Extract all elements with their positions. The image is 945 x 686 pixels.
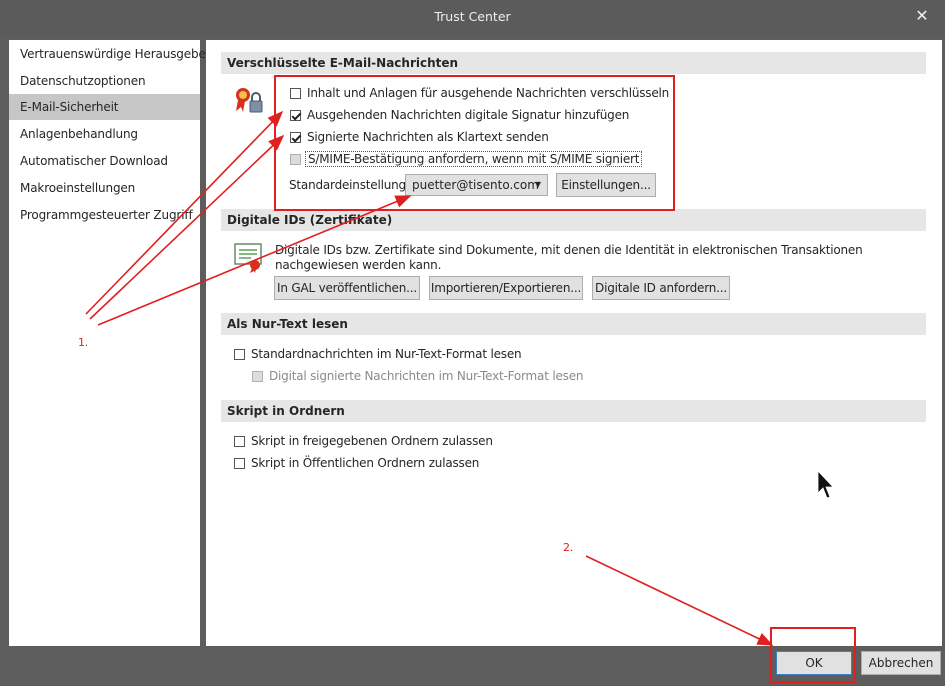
sidebar-item-trusted-publishers[interactable]: Vertrauenswürdige Herausgeber <box>9 41 211 67</box>
default-setting-label: Standardeinstellung: <box>289 178 410 192</box>
checkbox-smime-receipt[interactable] <box>290 154 301 165</box>
import-export-button[interactable]: Importieren/Exportieren... <box>429 276 583 300</box>
section-header-script-in-folders: Skript in Ordnern <box>221 400 926 422</box>
label-script-public-folders: Skript in Öffentlichen Ordnern zulassen <box>251 456 480 470</box>
chevron-down-icon: ▼ <box>534 180 541 189</box>
default-setting-dropdown[interactable]: puetter@tisento.com ▼ <box>405 174 548 196</box>
section-header-digital-ids: Digitale IDs (Zertifikate) <box>221 209 926 231</box>
checkbox-read-plain-text[interactable] <box>234 349 245 360</box>
request-digital-id-button[interactable]: Digitale ID anfordern... <box>592 276 730 300</box>
default-setting-value: puetter@tisento.com <box>412 178 539 192</box>
label-read-plain-text: Standardnachrichten im Nur-Text-Format l… <box>251 347 522 361</box>
sidebar-item-privacy-options[interactable]: Datenschutzoptionen <box>9 68 200 94</box>
label-add-digital-signature: Ausgehenden Nachrichten digitale Signatu… <box>307 108 630 122</box>
sidebar-item-automatic-download[interactable]: Automatischer Download <box>9 148 200 174</box>
publish-gal-button[interactable]: In GAL veröffentlichen... <box>274 276 420 300</box>
label-encrypt-content: Inhalt und Anlagen für ausgehende Nachri… <box>307 86 670 100</box>
label-send-clear-text: Signierte Nachrichten als Klartext sende… <box>307 130 549 144</box>
section-header-read-plain-text: Als Nur-Text lesen <box>221 313 926 335</box>
sidebar-item-programmatic-access[interactable]: Programmgesteuerter Zugriff <box>9 202 200 228</box>
section-header-encrypted-email: Verschlüsselte E-Mail-Nachrichten <box>221 52 926 74</box>
settings-button[interactable]: Einstellungen... <box>556 173 656 197</box>
label-script-shared-folders: Skript in freigegebenen Ordnern zulassen <box>251 434 493 448</box>
checkbox-script-public-folders[interactable] <box>234 458 245 469</box>
sidebar-item-email-security[interactable]: E-Mail-Sicherheit <box>9 94 200 120</box>
label-read-signed-plain-text: Digital signierte Nachrichten im Nur-Tex… <box>269 369 584 383</box>
title-bar: Trust Center ✕ <box>0 0 945 34</box>
checkbox-send-clear-text[interactable] <box>290 132 301 143</box>
certificate-document-icon <box>234 243 262 273</box>
checkbox-script-shared-folders[interactable] <box>234 436 245 447</box>
checkbox-read-signed-plain-text[interactable] <box>252 371 263 382</box>
content-panel: Verschlüsselte E-Mail-Nachrichten Inhalt… <box>206 40 942 646</box>
sidebar-item-macro-settings[interactable]: Makroeinstellungen <box>9 175 200 201</box>
annotation-marker-1: 1. <box>78 336 89 349</box>
annotation-marker-2: 2. <box>563 541 574 554</box>
sidebar: Vertrauenswürdige Herausgeber Datenschut… <box>9 40 211 646</box>
cancel-button[interactable]: Abbrechen <box>861 651 941 675</box>
digital-ids-description: Digitale IDs bzw. Zertifikate sind Dokum… <box>275 243 863 272</box>
window-title: Trust Center <box>434 9 511 24</box>
certificate-lock-icon <box>236 88 263 113</box>
sidebar-item-attachment-handling[interactable]: Anlagenbehandlung <box>9 121 200 147</box>
checkbox-encrypt-content[interactable] <box>290 88 301 99</box>
close-icon[interactable]: ✕ <box>913 7 931 25</box>
label-smime-receipt: S/MIME-Bestätigung anfordern, wenn mit S… <box>305 151 643 167</box>
checkbox-add-digital-signature[interactable] <box>290 110 301 121</box>
ok-button[interactable]: OK <box>776 651 852 675</box>
